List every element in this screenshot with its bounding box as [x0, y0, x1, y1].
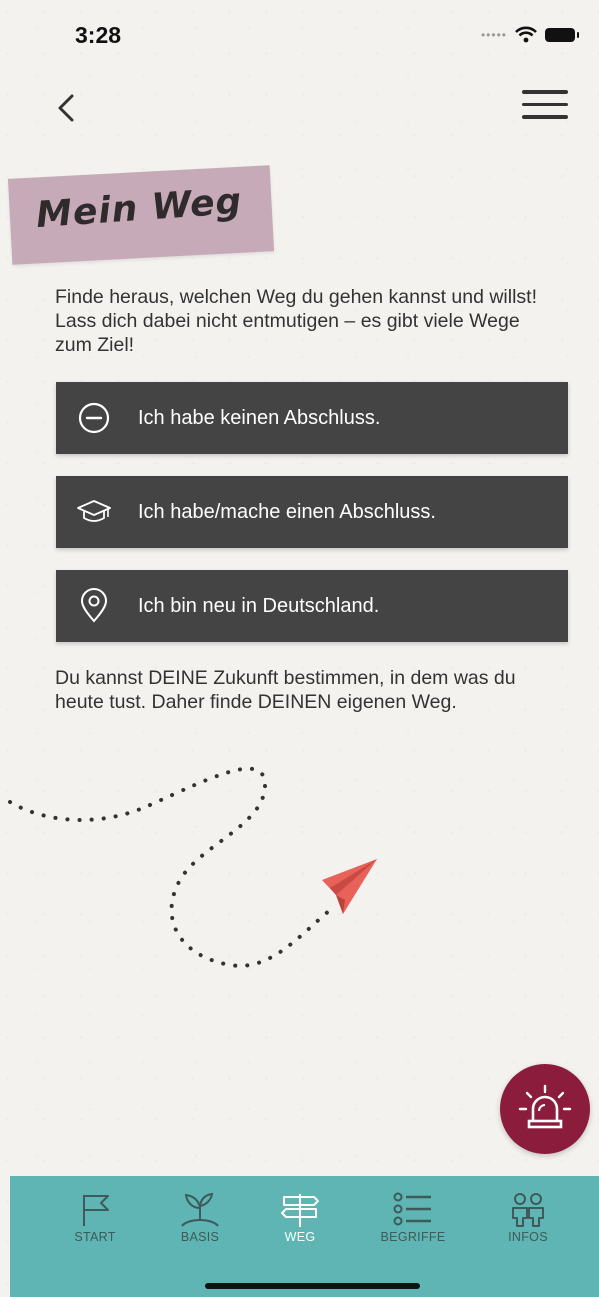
minus-circle-icon: [74, 398, 114, 438]
signpost-icon: [281, 1194, 319, 1227]
location-pin-icon: [74, 586, 114, 626]
emergency-button[interactable]: [500, 1064, 590, 1154]
flag-icon: [83, 1195, 109, 1226]
option-label: Ich habe/mache einen Abschluss.: [138, 500, 436, 523]
siren-icon: [518, 1084, 572, 1129]
option-degree-button[interactable]: Ich habe/mache einen Abschluss.: [56, 476, 568, 548]
tab-label: BEGRIFFE: [380, 1230, 446, 1244]
signal-icon: •••••: [480, 27, 507, 42]
chevron-left-icon: [58, 94, 74, 122]
option-label: Ich habe keinen Abschluss.: [138, 406, 381, 429]
hamburger-line: [522, 102, 568, 106]
tab-start[interactable]: START: [55, 1192, 135, 1244]
status-time: 3:28: [75, 22, 122, 48]
menu-button[interactable]: [522, 90, 568, 124]
status-bar: 3:28 •••••: [0, 0, 599, 70]
tab-label: BASIS: [180, 1230, 220, 1244]
sprout-icon: [181, 1192, 219, 1227]
intro-text: Finde heraus, welchen Weg du gehen kanns…: [55, 286, 538, 356]
hamburger-menu-icon: [522, 90, 568, 94]
option-no-degree-button[interactable]: Ich habe keinen Abschluss.: [56, 382, 568, 454]
tab-basis[interactable]: BASIS: [160, 1192, 240, 1244]
paper-plane-icon: [322, 859, 377, 914]
paper-plane-illustration: [8, 766, 377, 968]
tab-label: INFOS: [508, 1230, 548, 1244]
option-new-in-germany-button[interactable]: Ich bin neu in Deutschland.: [56, 570, 568, 642]
home-indicator: [205, 1283, 420, 1289]
battery-icon: [545, 27, 579, 42]
option-label: Ich bin neu in Deutschland.: [138, 594, 380, 617]
tab-weg[interactable]: WEG: [260, 1192, 340, 1244]
outro-text: Du kannst DEINE Zukunft bestimmen, in de…: [55, 667, 516, 713]
people-icon: [512, 1193, 544, 1227]
tab-label: START: [74, 1230, 116, 1244]
graduation-cap-icon: [74, 492, 114, 532]
tab-label: WEG: [284, 1230, 316, 1244]
tab-infos[interactable]: INFOS: [488, 1192, 568, 1244]
wifi-icon: [515, 26, 537, 43]
bottom-tab-bar: START BASIS WEG BEGRIFFE INFOS: [10, 1176, 599, 1297]
list-icon: [393, 1192, 431, 1226]
hamburger-line: [522, 115, 568, 119]
status-icons: •••••: [480, 26, 579, 43]
tab-begriffe[interactable]: BEGRIFFE: [373, 1192, 453, 1244]
back-button[interactable]: [52, 90, 82, 126]
